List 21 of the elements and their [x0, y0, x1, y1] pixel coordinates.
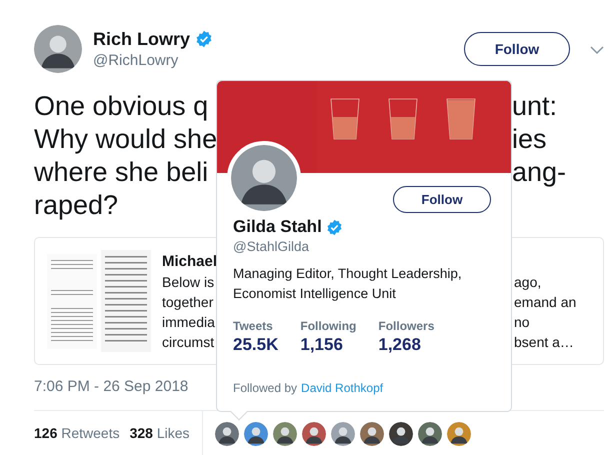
tweet-text: where she beli	[34, 156, 210, 189]
author-handle: @RichLowry	[93, 51, 180, 71]
tweet-text: Why would she	[34, 123, 214, 156]
tweet-text: raped?	[34, 189, 120, 222]
tweet-text: unt:	[512, 90, 558, 123]
link-card-text: bsent a…	[514, 333, 574, 352]
profile-handle: @StahlGilda	[233, 238, 310, 255]
tweet-text: One obvious q	[34, 90, 210, 123]
profile-bio: Managing Editor, Thought Leadership,	[233, 265, 463, 283]
tweet-text: ies	[512, 123, 547, 156]
link-card-title: Michael	[162, 252, 216, 272]
link-card-text: ago,	[514, 273, 542, 292]
tweet-text: ang-	[512, 156, 566, 189]
link-card-text: immedia	[162, 313, 216, 332]
link-card-text: Below is	[162, 273, 216, 292]
link-card-text: no	[514, 313, 530, 332]
link-card-text: emand an	[514, 293, 576, 312]
link-card-text: together	[162, 293, 214, 312]
followed-by-label: Followed by	[233, 380, 298, 396]
profile-bio: Economist Intelligence Unit	[233, 285, 397, 303]
link-card-text: circumst	[162, 333, 216, 352]
